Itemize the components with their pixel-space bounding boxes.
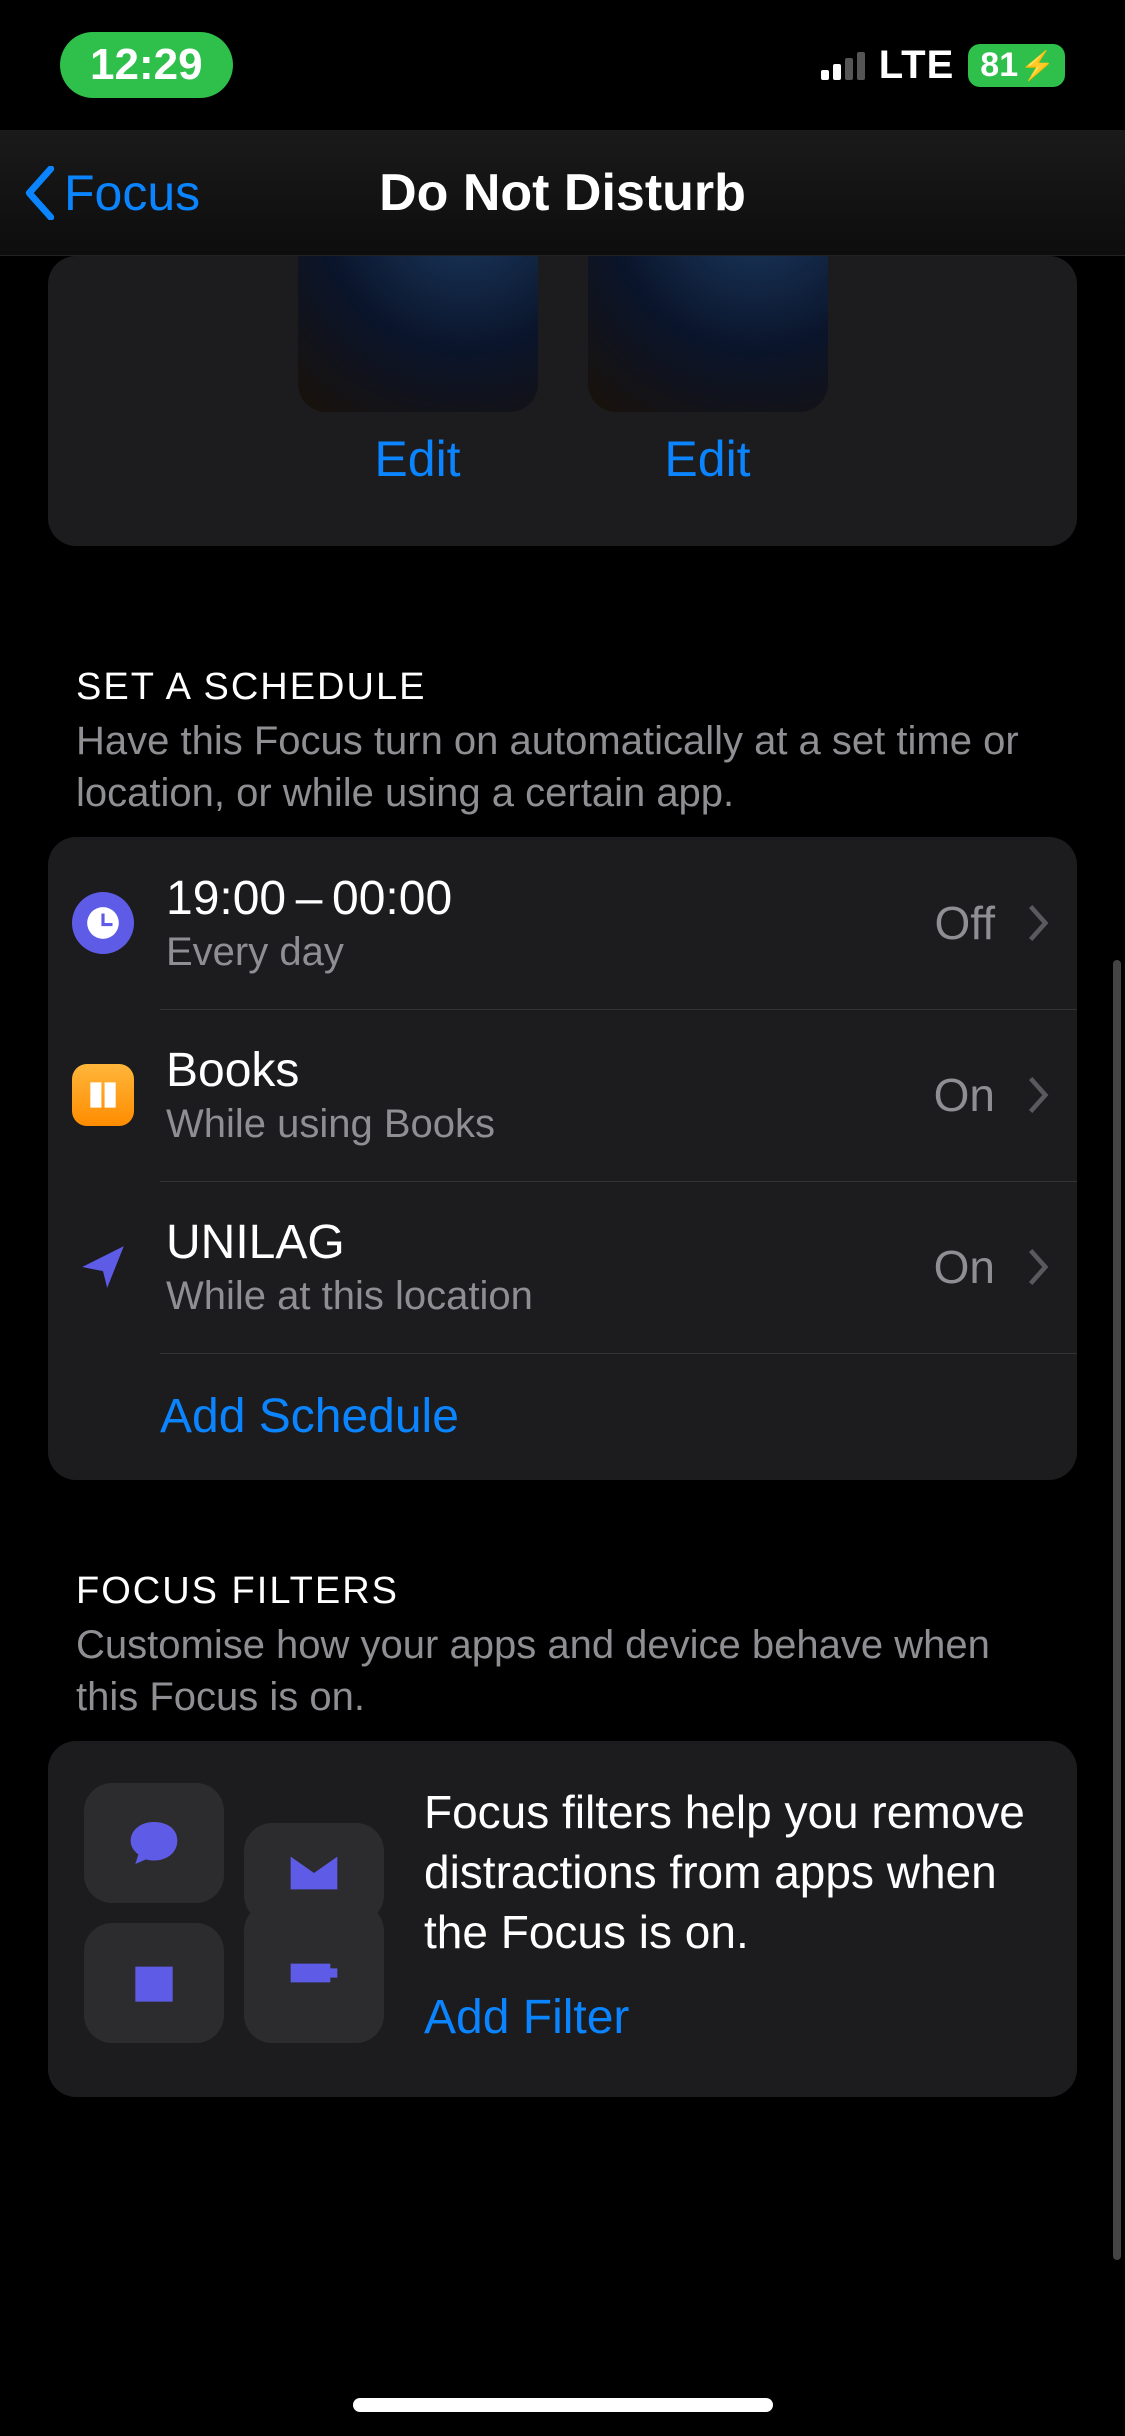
schedule-row-title: UNILAG bbox=[166, 1215, 902, 1270]
location-arrow-icon bbox=[72, 1236, 134, 1298]
home-indicator[interactable] bbox=[353, 2398, 773, 2412]
filter-tile-messages bbox=[84, 1783, 224, 1903]
chevron-right-icon bbox=[1027, 1076, 1049, 1114]
status-time-pill[interactable]: 12:29 bbox=[60, 32, 233, 98]
schedule-row-status: On bbox=[934, 1240, 995, 1294]
filters-body-text: Focus filters help you remove distractio… bbox=[424, 1783, 1041, 1962]
edit-lock-screen-button[interactable]: Edit bbox=[374, 430, 460, 488]
scroll-content[interactable]: Edit Compass Measure Outlook Craft Edit … bbox=[0, 256, 1125, 2436]
charging-icon: ⚡ bbox=[1020, 49, 1055, 82]
network-type-label: LTE bbox=[879, 43, 955, 88]
schedule-row-title: Books bbox=[166, 1043, 902, 1098]
add-filter-button[interactable]: Add Filter bbox=[424, 1990, 1041, 2045]
nav-header: Focus Do Not Disturb bbox=[0, 130, 1125, 256]
customize-screens-card: Edit Compass Measure Outlook Craft Edit bbox=[48, 256, 1077, 546]
schedule-list: 19:00 – 00:00 Every day Off Books While … bbox=[48, 837, 1077, 1480]
clock-icon bbox=[72, 892, 134, 954]
cellular-signal-icon bbox=[821, 50, 865, 80]
lock-screen-thumbnail[interactable] bbox=[298, 256, 538, 412]
vertical-scrollbar[interactable] bbox=[1113, 960, 1121, 2260]
back-label: Focus bbox=[64, 164, 200, 222]
filters-description: Customise how your apps and device behav… bbox=[76, 1619, 1036, 1723]
schedule-row-time[interactable]: 19:00 – 00:00 Every day Off bbox=[48, 837, 1077, 1009]
schedule-row-status: On bbox=[934, 1068, 995, 1122]
add-schedule-button[interactable]: Add Schedule bbox=[48, 1353, 1077, 1480]
schedule-row-status: Off bbox=[934, 896, 995, 950]
schedule-row-subtitle: While at this location bbox=[166, 1274, 902, 1319]
focus-filters-card: Focus filters help you remove distractio… bbox=[48, 1741, 1077, 2097]
edit-home-screen-button[interactable]: Edit bbox=[664, 430, 750, 488]
schedule-row-title: 19:00 – 00:00 bbox=[166, 871, 902, 926]
filters-header: FOCUS FILTERS bbox=[76, 1570, 1077, 1613]
filter-tile-lowpower bbox=[244, 1903, 384, 2043]
chevron-left-icon bbox=[22, 166, 58, 220]
status-bar: 12:29 LTE 81⚡ bbox=[0, 0, 1125, 130]
schedule-row-location[interactable]: UNILAG While at this location On bbox=[48, 1181, 1077, 1353]
books-app-icon bbox=[72, 1064, 134, 1126]
filter-tiles bbox=[84, 1783, 384, 2045]
chevron-right-icon bbox=[1027, 1248, 1049, 1286]
battery-indicator: 81⚡ bbox=[968, 44, 1065, 87]
back-button[interactable]: Focus bbox=[0, 164, 200, 222]
schedule-row-app[interactable]: Books While using Books On bbox=[48, 1009, 1077, 1181]
schedule-row-subtitle: Every day bbox=[166, 930, 902, 975]
schedule-row-subtitle: While using Books bbox=[166, 1102, 902, 1147]
schedule-header: SET A SCHEDULE bbox=[76, 666, 1077, 709]
home-screen-thumbnail[interactable]: Compass Measure Outlook Craft bbox=[588, 256, 828, 412]
chevron-right-icon bbox=[1027, 904, 1049, 942]
filter-tile-calendar bbox=[84, 1923, 224, 2043]
schedule-description: Have this Focus turn on automatically at… bbox=[76, 715, 1036, 819]
